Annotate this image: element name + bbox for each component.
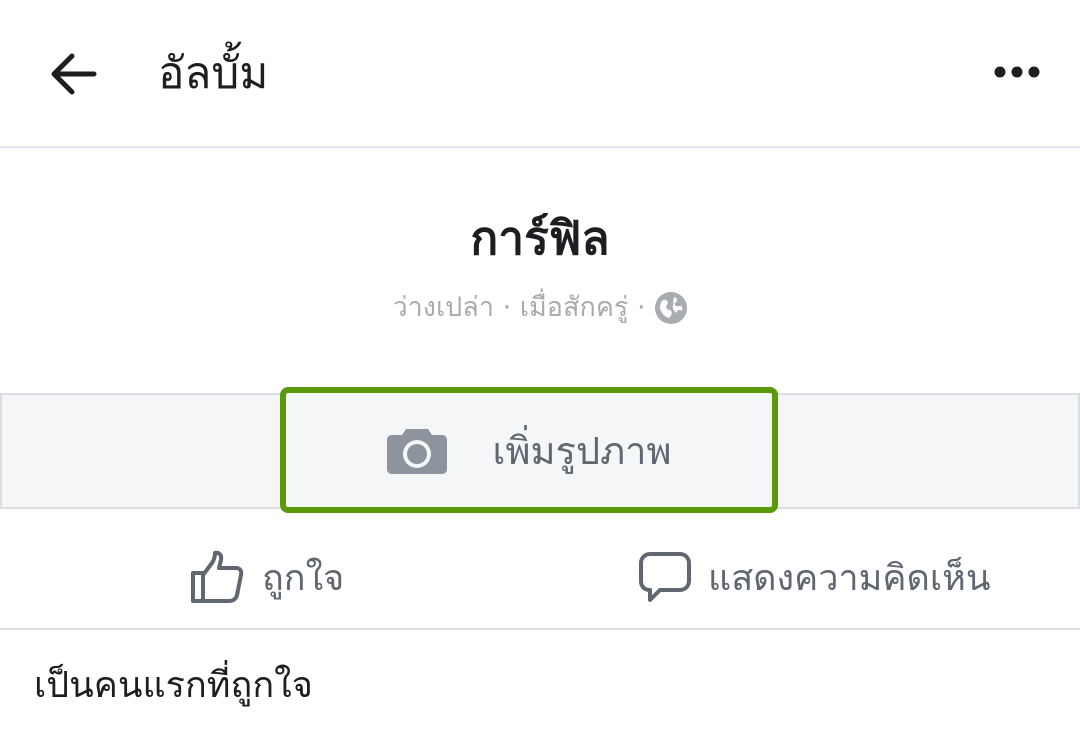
globe-icon[interactable] bbox=[654, 291, 688, 325]
camera-icon bbox=[386, 425, 448, 475]
arrow-left-icon bbox=[51, 53, 97, 95]
back-button[interactable] bbox=[38, 40, 110, 108]
comment-label: แสดงความคิดเห็น bbox=[708, 557, 991, 599]
like-button[interactable]: ถูกใจ bbox=[190, 542, 344, 612]
more-options-button[interactable] bbox=[982, 44, 1052, 100]
thumbs-up-icon bbox=[190, 549, 246, 605]
album-meta-text: ว่างเปล่า · เมื่อสักครู่ · bbox=[392, 292, 646, 323]
more-dots-icon bbox=[994, 66, 1040, 78]
page-title: อัลบั้ม bbox=[158, 48, 269, 99]
like-label: ถูกใจ bbox=[262, 557, 345, 599]
album-name: การ์ฟิล bbox=[470, 211, 610, 265]
action-bar: ถูกใจ แสดงความคิดเห็น bbox=[0, 520, 1080, 630]
comment-button[interactable]: แสดงความคิดเห็น bbox=[638, 542, 990, 612]
comment-bubble-icon bbox=[638, 550, 692, 604]
add-photo-label: เพิ่มรูปภาพ bbox=[492, 428, 672, 473]
album-meta: ว่างเปล่า · เมื่อสักครู่ · bbox=[0, 286, 1080, 330]
add-photo-button[interactable]: เพิ่มรูปภาพ bbox=[280, 387, 778, 513]
first-like-text: เป็นคนแรกที่ถูกใจ bbox=[34, 665, 313, 706]
top-bar: อัลบั้ม bbox=[0, 0, 1080, 148]
